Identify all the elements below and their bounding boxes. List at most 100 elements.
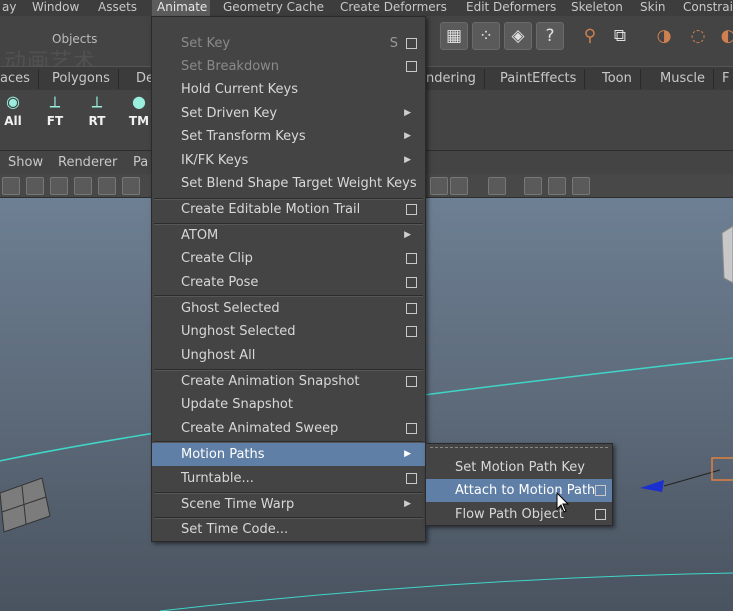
menu-item-label: Set Breakdown <box>181 59 280 74</box>
menu-item-label: Ghost Selected <box>181 301 280 316</box>
tab-fluids[interactable]: F <box>714 69 733 89</box>
menu-skin[interactable]: Skin <box>640 0 666 16</box>
selection-box[interactable] <box>711 457 733 481</box>
menu-item-turntable[interactable]: Turntable... <box>152 467 425 490</box>
frame-icon[interactable] <box>548 177 566 195</box>
cube-object[interactable] <box>721 225 733 284</box>
menu-item-flow-path-object[interactable]: Flow Path Object <box>426 503 612 526</box>
option-box-icon[interactable] <box>595 485 606 496</box>
panel-menu-renderer[interactable]: Renderer <box>58 155 117 170</box>
menu-item-label: Set Key <box>181 36 231 51</box>
share-icon[interactable] <box>572 177 590 195</box>
panel-menu-show[interactable]: Show <box>8 155 43 170</box>
menu-item-unghost-all[interactable]: Unghost All <box>152 344 425 367</box>
option-box-icon[interactable] <box>406 303 417 314</box>
menu-constrain[interactable]: Constrain <box>683 0 733 16</box>
shade-alt-icon[interactable] <box>450 177 468 195</box>
option-box-icon[interactable] <box>406 473 417 484</box>
menu-play[interactable]: ay <box>2 0 16 16</box>
shelf-button-rt[interactable]: ⟂ RT <box>78 92 116 134</box>
tab-toon[interactable]: Toon <box>594 69 641 89</box>
paint-icon[interactable]: ◐ <box>714 22 733 50</box>
option-box-icon[interactable] <box>406 326 417 337</box>
cube-icon[interactable] <box>524 177 542 195</box>
xray-icon[interactable] <box>98 177 116 195</box>
menu-item-ghost-selected[interactable]: Ghost Selected <box>152 297 425 320</box>
menu-item-scene-time-warp[interactable]: Scene Time Warp ▶ <box>152 493 425 516</box>
menu-item-hold-current-keys[interactable]: Hold Current Keys <box>152 78 425 101</box>
tab-rendering[interactable]: ndering <box>418 69 485 89</box>
help-icon[interactable]: ? <box>536 22 564 50</box>
tab-surfaces[interactable]: aces <box>0 69 39 89</box>
magnet-icon[interactable]: ◈ <box>504 22 532 50</box>
menu-item-create-animated-sweep[interactable]: Create Animated Sweep <box>152 417 425 440</box>
shelf-label: FT <box>46 114 64 128</box>
option-box-icon[interactable] <box>406 277 417 288</box>
menu-item-motion-paths[interactable]: Motion Paths ▶ <box>152 443 425 466</box>
textured-icon[interactable] <box>74 177 92 195</box>
menu-create-deformers[interactable]: Create Deformers <box>340 0 447 16</box>
tear-off-line[interactable] <box>430 447 608 450</box>
menu-item-atom[interactable]: ATOM ▶ <box>152 224 425 247</box>
lock-icon[interactable]: ⚲ <box>576 22 604 50</box>
menu-item-set-driven-key[interactable]: Set Driven Key ▶ <box>152 102 425 125</box>
option-box-icon[interactable] <box>406 423 417 434</box>
menu-animate[interactable]: Animate <box>152 0 210 16</box>
tab-painteffects[interactable]: PaintEffects <box>492 69 586 89</box>
option-box-icon[interactable] <box>406 204 417 215</box>
menu-skeleton[interactable]: Skeleton <box>571 0 623 16</box>
menu-item-set-time-code[interactable]: Set Time Code... <box>152 518 425 541</box>
menu-item-label: Set Time Code... <box>181 522 289 537</box>
menu-item-label: ATOM <box>181 228 219 243</box>
smooth-shade-icon[interactable] <box>50 177 68 195</box>
film-icon[interactable] <box>26 177 44 195</box>
option-box-icon[interactable] <box>406 253 417 264</box>
menu-item-set-blend-shape-keys[interactable]: Set Blend Shape Target Weight Keys <box>152 172 425 195</box>
menu-item-label: Motion Paths <box>181 447 265 462</box>
menu-geometry-cache[interactable]: Geometry Cache <box>223 0 324 16</box>
menu-item-set-breakdown[interactable]: Set Breakdown <box>152 55 425 78</box>
menu-item-create-pose[interactable]: Create Pose <box>152 271 425 294</box>
option-box-icon[interactable] <box>595 509 606 520</box>
select-icon[interactable]: ⧉ <box>606 22 634 50</box>
menu-item-set-transform-keys[interactable]: Set Transform Keys ▶ <box>152 125 425 148</box>
lights-icon[interactable] <box>122 177 140 195</box>
menu-edit-deformers[interactable]: Edit Deformers <box>466 0 556 16</box>
isolate-icon[interactable] <box>488 177 506 195</box>
menu-item-unghost-selected[interactable]: Unghost Selected <box>152 320 425 343</box>
lasso-icon[interactable]: ◌ <box>684 22 712 50</box>
tab-polygons[interactable]: Polygons <box>44 69 119 89</box>
menu-item-create-clip[interactable]: Create Clip <box>152 247 425 270</box>
menu-item-create-editable-motion-trail[interactable]: Create Editable Motion Trail <box>152 198 425 221</box>
animate-menu: Set Key S Set Breakdown Hold Current Key… <box>151 16 426 542</box>
submenu-arrow-icon: ▶ <box>404 449 411 459</box>
shelf-label: All <box>4 114 22 128</box>
option-box-icon[interactable] <box>406 376 417 387</box>
menu-item-label: Create Clip <box>181 251 253 266</box>
menu-item-create-animation-snapshot[interactable]: Create Animation Snapshot <box>152 370 425 393</box>
shelf-button-all[interactable]: ◉ All <box>0 92 32 134</box>
menu-item-label: Set Driven Key <box>181 106 278 121</box>
menu-item-attach-to-motion-path[interactable]: Attach to Motion Path <box>426 479 612 502</box>
shade-icon[interactable] <box>430 177 448 195</box>
menu-window[interactable]: Window <box>32 0 79 16</box>
magnet-red-icon[interactable]: ◑ <box>650 22 678 50</box>
plane-object[interactable] <box>0 477 51 533</box>
panel-menu-panels[interactable]: Pa <box>133 155 148 170</box>
option-box-icon[interactable] <box>406 61 417 72</box>
menu-item-label: Scene Time Warp <box>181 497 295 512</box>
selection-mode[interactable]: Objects 动画艺术 <box>0 26 150 75</box>
menu-item-set-key[interactable]: Set Key S <box>152 32 425 55</box>
tab-muscle[interactable]: Muscle <box>652 69 714 89</box>
menu-item-set-motion-path-key[interactable]: Set Motion Path Key <box>426 456 612 479</box>
menu-item-update-snapshot[interactable]: Update Snapshot <box>152 393 425 416</box>
option-box-icon[interactable] <box>406 38 417 49</box>
snap-points-icon[interactable]: ⁘ <box>472 22 500 50</box>
snap-grid-icon[interactable]: ▦ <box>440 22 468 50</box>
axis-icon: ⟂ <box>49 92 61 111</box>
menu-assets[interactable]: Assets <box>98 0 137 16</box>
mouse-cursor-icon <box>556 492 570 513</box>
shelf-button-ft[interactable]: ⟂ FT <box>36 92 74 134</box>
menu-item-ikfk-keys[interactable]: IK/FK Keys ▶ <box>152 149 425 172</box>
wireframe-icon[interactable] <box>2 177 20 195</box>
